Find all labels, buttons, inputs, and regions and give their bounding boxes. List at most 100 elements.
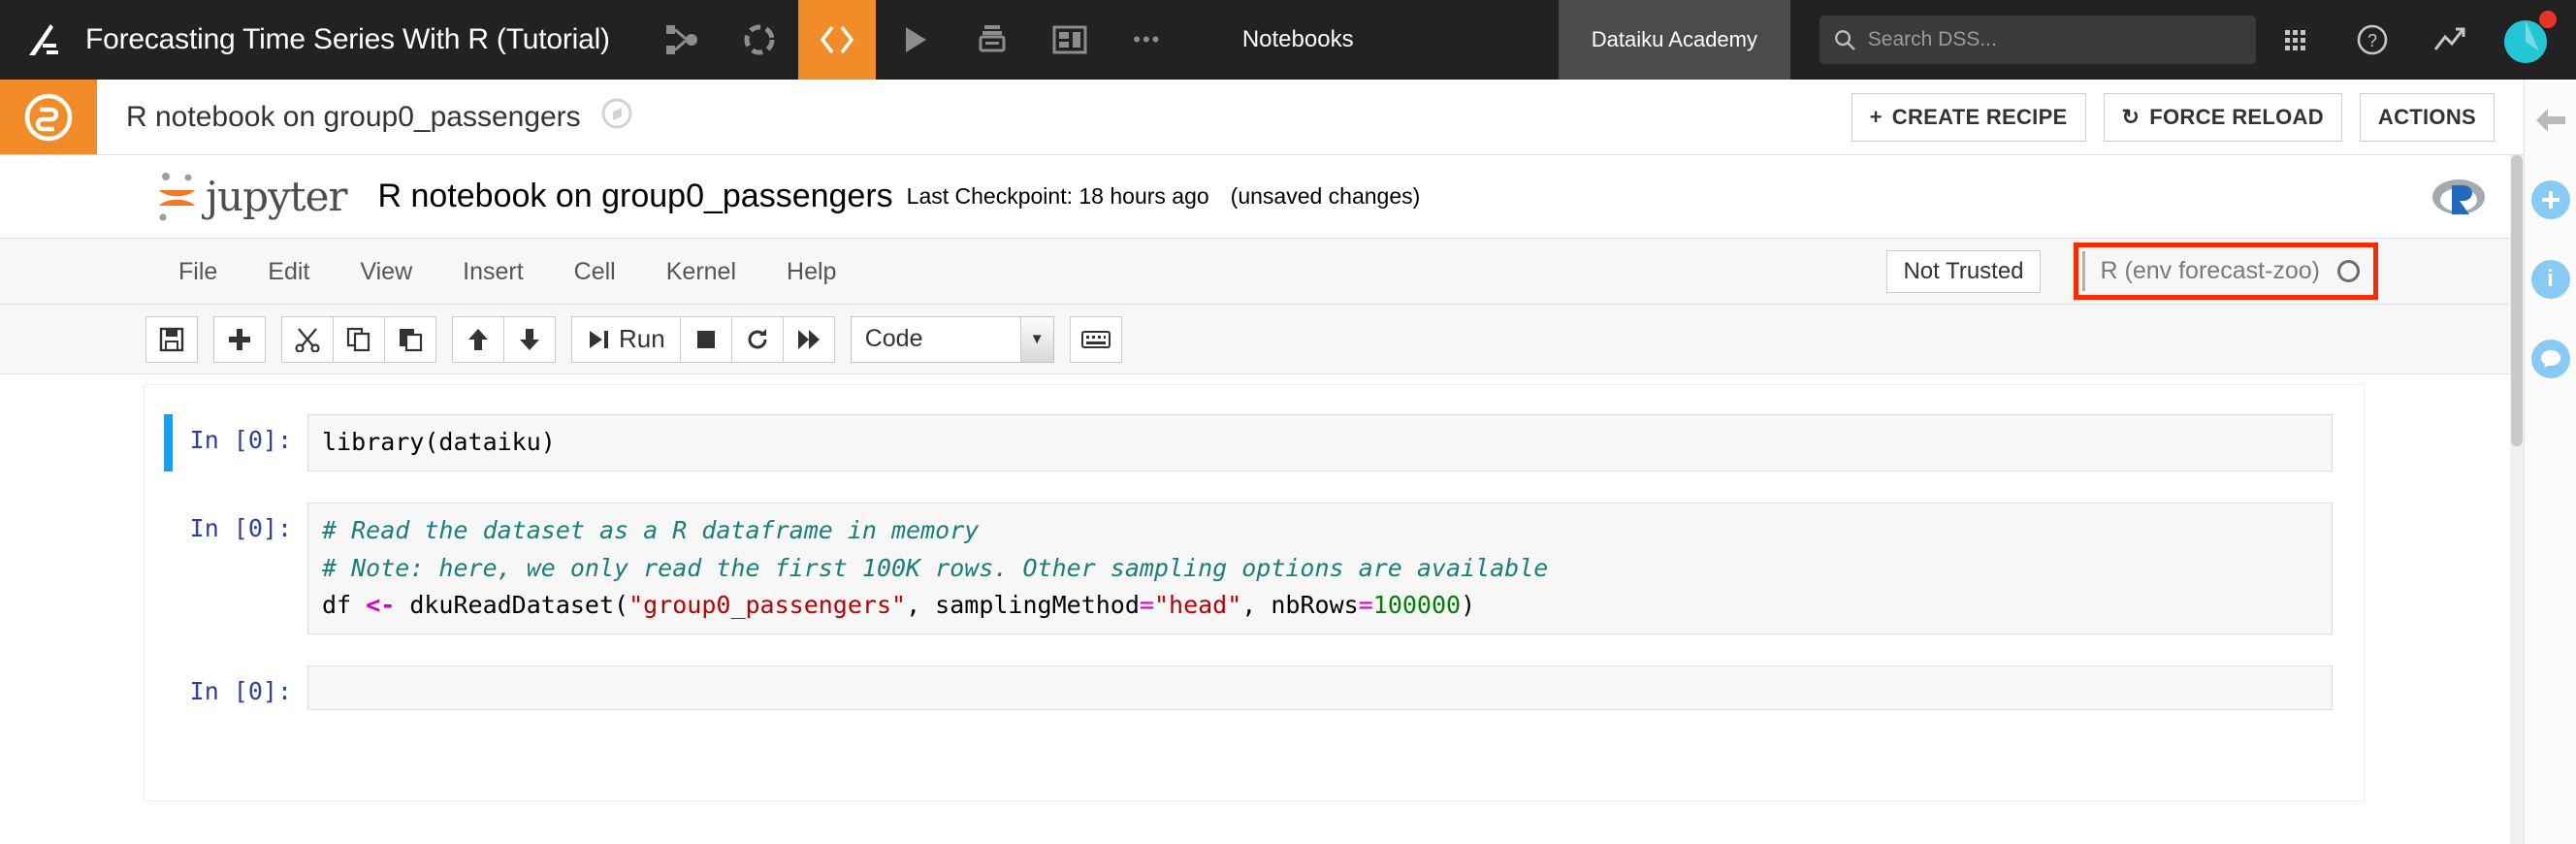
add-icon[interactable]	[2530, 180, 2570, 219]
last-checkpoint-label: Last Checkpoint: 18 hours ago	[906, 183, 1209, 209]
interrupt-kernel-button[interactable]	[679, 315, 732, 363]
command-palette-button[interactable]	[1069, 315, 1122, 363]
move-cell-down-button[interactable]	[503, 315, 556, 363]
code-token: , nbRows	[1241, 591, 1359, 620]
notebook-cell[interactable]: In [0]: library(dataiku)	[145, 414, 2364, 471]
cell-editor[interactable]: # Read the dataset as a R dataframe in m…	[307, 502, 2333, 634]
dashboards-icon[interactable]	[1031, 0, 1109, 80]
jupyter-menubar: File Edit View Insert Cell Kernel Help N…	[0, 239, 2524, 305]
restart-run-all-button[interactable]	[782, 315, 835, 363]
notebook-cell[interactable]: In [0]:	[145, 665, 2364, 710]
code-icon[interactable]	[797, 0, 876, 80]
menu-view[interactable]: View	[335, 239, 437, 305]
toolbar-group-move	[452, 315, 556, 363]
compass-icon[interactable]	[600, 97, 633, 138]
kernel-indicator[interactable]: R (env forecast-zoo)	[2081, 251, 2369, 291]
notification-badge-icon	[2539, 11, 2557, 28]
force-reload-label: FORCE RELOAD	[2149, 104, 2324, 129]
more-icon[interactable]: •••	[1109, 0, 1186, 80]
project-title[interactable]: Forecasting Time Series With R (Tutorial…	[85, 0, 643, 80]
dataiku-academy-button[interactable]: Dataiku Academy	[1558, 0, 1790, 80]
jupyter-logo-icon[interactable]: jupyter	[153, 171, 347, 223]
search-input[interactable]	[1867, 28, 2242, 51]
menu-help[interactable]: Help	[761, 239, 861, 305]
navbar-spacer	[1393, 0, 1559, 80]
code-token: "group0_passengers"	[628, 591, 907, 620]
jupyter-header: jupyter R notebook on group0_passengers …	[0, 155, 2524, 239]
menu-kernel[interactable]: Kernel	[641, 239, 761, 305]
code-token: =	[1139, 591, 1154, 620]
toolbar-group-insert	[213, 315, 266, 363]
toolbar-group-palette	[1069, 315, 1122, 363]
code-token: df	[322, 591, 367, 620]
navbar-right-icons: ?	[2256, 0, 2576, 80]
paste-cell-button[interactable]	[384, 315, 436, 363]
trust-status-button[interactable]: Not Trusted	[1886, 249, 2041, 293]
menu-insert[interactable]: Insert	[437, 239, 549, 305]
code-token: <-	[366, 591, 396, 620]
search-icon	[1835, 30, 1855, 50]
code-comment: # Note: here, we only read the first 100…	[322, 553, 1549, 582]
code-comment: # Read the dataset as a R dataframe in m…	[322, 515, 980, 544]
save-button[interactable]	[145, 315, 198, 363]
create-recipe-button[interactable]: + CREATE RECIPE	[1851, 92, 2086, 142]
discussions-icon[interactable]	[2530, 340, 2570, 378]
ellipsis-icon: •••	[1133, 27, 1162, 51]
jupyter-notebook-name[interactable]: R notebook on group0_passengers	[378, 178, 893, 215]
activity-icon[interactable]	[2411, 0, 2489, 80]
vertical-scrollbar-thumb[interactable]	[2511, 155, 2523, 446]
code-token: "head"	[1153, 591, 1242, 620]
dss-top-navbar: Forecasting Time Series With R (Tutorial…	[0, 0, 2576, 80]
kernel-indicator-highlight: R (env forecast-zoo)	[2073, 243, 2378, 300]
code-token: , samplingMethod	[906, 591, 1140, 620]
restart-kernel-button[interactable]	[730, 315, 784, 363]
menubar-right-group: Not Trusted R (env forecast-zoo)	[1886, 243, 2524, 300]
kernel-idle-circle-icon	[2337, 260, 2360, 282]
unsaved-changes-label: (unsaved changes)	[1230, 183, 1421, 209]
cell-code-line: library(dataiku)	[322, 428, 556, 456]
cell-spacer-top	[145, 385, 2364, 414]
plus-icon: +	[1869, 104, 1883, 129]
move-cell-up-button[interactable]	[452, 315, 504, 363]
menu-cell[interactable]: Cell	[549, 239, 641, 305]
notebook-object-header: R notebook on group0_passengers + CREATE…	[0, 80, 2524, 155]
cell-type-select[interactable]: Code ▼	[850, 315, 1054, 363]
details-info-icon[interactable]: i	[2530, 260, 2570, 299]
code-token: )	[1461, 591, 1476, 620]
run-label: Run	[619, 324, 665, 353]
insert-cell-button[interactable]	[213, 315, 266, 363]
jupyter-toolbar: Run Code ▼	[0, 305, 2524, 374]
apps-grid-icon[interactable]	[2256, 0, 2334, 80]
cut-cell-button[interactable]	[281, 315, 334, 363]
cell-marker	[164, 503, 173, 634]
cell-code-line: # Read the dataset as a R dataframe in m…	[322, 512, 2318, 550]
force-reload-button[interactable]: ↻ FORCE RELOAD	[2103, 92, 2342, 142]
toolbar-group-save	[145, 315, 198, 363]
automation-icon[interactable]	[953, 0, 1031, 80]
search-box[interactable]	[1819, 16, 2256, 64]
notebook-title-text[interactable]: R notebook on group0_passengers	[126, 101, 581, 134]
code-token: dkuReadDataset(	[395, 591, 629, 620]
scenarios-icon[interactable]	[876, 0, 953, 80]
collapse-panel-icon[interactable]	[2534, 107, 2567, 140]
header-actions: + CREATE RECIPE ↻ FORCE RELOAD ACTIONS	[1851, 80, 2524, 154]
copy-cell-button[interactable]	[333, 315, 385, 363]
actions-button[interactable]: ACTIONS	[2359, 92, 2495, 142]
avatar[interactable]	[2489, 0, 2566, 80]
menu-edit[interactable]: Edit	[242, 239, 335, 305]
flow-icon[interactable]	[643, 0, 721, 80]
cell-editor[interactable]	[307, 665, 2333, 710]
notebook-paper: In [0]: library(dataiku) In [0]: # Read …	[144, 384, 2365, 801]
cell-type-value: Code	[864, 325, 923, 352]
toolbar-group-run: Run	[571, 315, 835, 363]
notebook-cell[interactable]: In [0]: # Read the dataset as a R datafr…	[145, 502, 2364, 634]
lab-icon[interactable]	[721, 0, 798, 80]
dataiku-logo-icon[interactable]	[0, 0, 85, 80]
help-icon[interactable]: ?	[2334, 0, 2411, 80]
chevron-down-icon: ▼	[1019, 316, 1053, 362]
menu-file[interactable]: File	[153, 239, 242, 305]
run-cell-button[interactable]: Run	[571, 315, 681, 363]
jupyter-wordmark: jupyter	[206, 173, 347, 220]
nav-section-label[interactable]: Notebooks	[1186, 0, 1393, 80]
cell-editor[interactable]: library(dataiku)	[307, 414, 2333, 471]
